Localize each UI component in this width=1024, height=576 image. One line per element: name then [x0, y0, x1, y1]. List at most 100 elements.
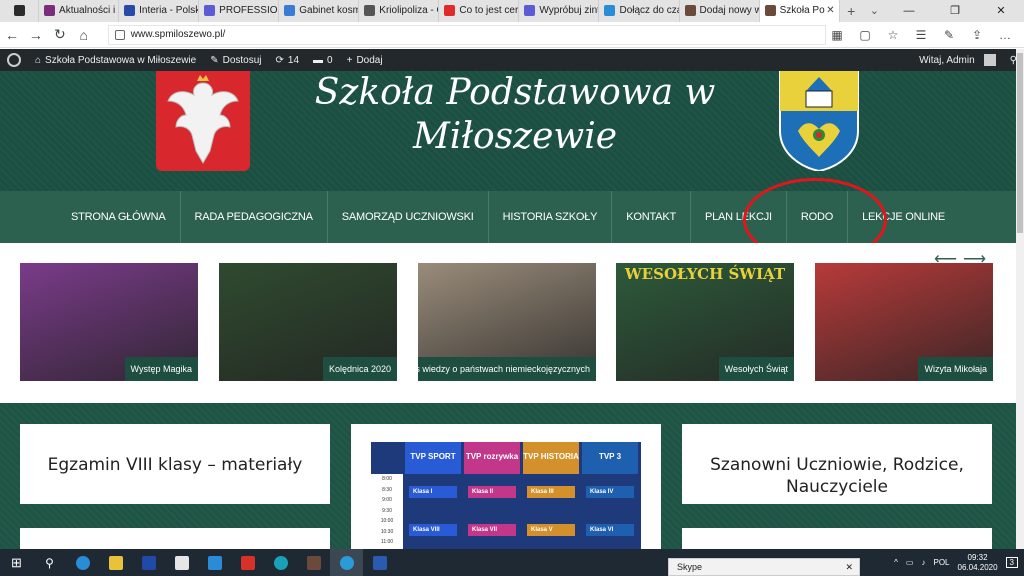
card-tv-schedule[interactable]: 8:008:309:009:3010:0010:3011:0011:30TVP …	[351, 424, 661, 560]
slide[interactable]: Konkurs wiedzy o państwach niemieckojęzy…	[418, 263, 596, 381]
skype-icon[interactable]	[330, 549, 363, 576]
browser-tab[interactable]: Wypróbuj zint	[519, 0, 600, 22]
wp-account-link[interactable]: Witaj, Admin	[912, 49, 1003, 71]
tv-class-label: Klasa IV	[586, 486, 634, 498]
browser-tab[interactable]: PROFESSIONA	[199, 0, 280, 22]
nav-item[interactable]: KONTAKT	[612, 191, 691, 243]
wp-add-link[interactable]: + Dodaj	[340, 49, 390, 71]
nav-item[interactable]: HISTORIA SZKOŁY	[489, 191, 613, 243]
slide-caption[interactable]: Wizyta Mikołaja	[918, 357, 993, 381]
card-announcement-title[interactable]: Szanowni Uczniowie, Rodzice, Nauczyciele	[682, 424, 992, 498]
slide-caption[interactable]: Występ Magika	[124, 357, 198, 381]
close-icon[interactable]: ✕	[845, 559, 853, 575]
notes-icon[interactable]: ✎	[938, 28, 960, 42]
windows-start-icon[interactable]: ⊞	[0, 549, 33, 576]
wp-customize-link[interactable]: ✎ Dostosuj	[203, 49, 268, 71]
tv-class-label: Klasa VII	[468, 524, 516, 536]
tv-channel-head: TVP SPORT	[405, 442, 461, 474]
network-icon[interactable]: ▭	[906, 558, 914, 567]
browser-tab[interactable]: Aktualności i I	[39, 0, 120, 22]
tv-time-label: 8:30	[382, 486, 392, 493]
tab-label: Co to jest cert	[459, 5, 520, 16]
store-icon[interactable]	[165, 549, 198, 576]
card-exam[interactable]: Egzamin VIII klasy – materiały	[20, 424, 330, 504]
skype-preview[interactable]: Skype ✕	[668, 558, 860, 576]
site-header: Szkoła Podstawowa w Miłoszewie	[0, 70, 1016, 191]
nav-item[interactable]: STRONA GŁÓWNA	[57, 191, 181, 243]
minimize-icon[interactable]: —	[886, 0, 932, 22]
skype-label: Skype	[677, 562, 703, 572]
browser-tab[interactable]: Co to jest cert	[439, 0, 520, 22]
tray-chevron-icon[interactable]: ^	[894, 558, 898, 567]
slide[interactable]: Występ Magika	[20, 263, 198, 381]
slide[interactable]: Wizyta Mikołaja	[815, 263, 993, 381]
media-icon[interactable]	[297, 549, 330, 576]
edge-icon[interactable]	[66, 549, 99, 576]
file-explorer-icon[interactable]	[99, 549, 132, 576]
new-tab-icon[interactable]: +	[840, 0, 863, 22]
polish-eagle-emblem	[156, 71, 250, 171]
card-exam-title[interactable]: Egzamin VIII klasy – materiały	[20, 424, 330, 476]
slide[interactable]: WESOŁYCH ŚWIĄT Wesołych Świąt	[616, 263, 794, 381]
slide-caption[interactable]: Kolędnica 2020	[322, 357, 397, 381]
app-e-icon[interactable]	[264, 549, 297, 576]
wp-greeting: Witaj, Admin	[919, 54, 975, 66]
site-title[interactable]: Szkoła Podstawowa w Miłoszewie	[255, 71, 775, 159]
url-field[interactable]: www.spmiloszewo.pl/	[107, 24, 826, 45]
notifications-icon[interactable]: 3	[1005, 557, 1018, 568]
volume-icon[interactable]: ♪	[921, 558, 925, 567]
forward-icon[interactable]: →	[24, 27, 48, 43]
home-icon[interactable]: ⌂	[72, 27, 96, 43]
extension-icon[interactable]: ▦	[826, 28, 848, 42]
acrobat-icon[interactable]	[231, 549, 264, 576]
address-bar-row: ← → ↻ ⌂ www.spmiloszewo.pl/ ▦ ▢ ☆ ☰ ✎ ⇪ …	[0, 22, 1024, 48]
app-blue-icon[interactable]	[198, 549, 231, 576]
card-announcement[interactable]: Szanowni Uczniowie, Rodzice, Nauczyciele	[682, 424, 992, 504]
tab-favicon-icon	[764, 5, 776, 16]
browser-tab[interactable]: Kriolipoliza - C	[359, 0, 440, 22]
close-window-icon[interactable]: ✕	[978, 0, 1024, 22]
nav-item[interactable]: RADA PEDAGOGICZNA	[181, 191, 328, 243]
browser-tab[interactable]: Gabinet kosm	[279, 0, 360, 22]
reading-view-icon[interactable]: ▢	[854, 28, 876, 42]
page-scrollbar[interactable]	[1016, 49, 1024, 549]
language-indicator[interactable]: POL	[933, 558, 949, 567]
share-icon[interactable]: ⇪	[966, 28, 988, 42]
browser-tab[interactable]: Dołącz do cza	[599, 0, 680, 22]
slide-caption[interactable]: Wesołych Świąt	[718, 357, 794, 381]
favorite-star-icon[interactable]: ☆	[882, 28, 904, 42]
browser-tab[interactable]: Szkoła Po ✕	[759, 0, 840, 22]
slide[interactable]: Kolędnica 2020	[219, 263, 397, 381]
wp-comments-count: 0	[327, 54, 333, 66]
wp-site-link[interactable]: ⌂ Szkoła Podstawowa w Miłoszewie	[28, 49, 203, 71]
brush-icon: ✎	[210, 54, 219, 66]
scrollbar-thumb[interactable]	[1017, 53, 1023, 233]
browser-tab[interactable]: Dodaj nowy w	[680, 0, 760, 22]
more-icon[interactable]: …	[994, 28, 1016, 42]
slide-caption[interactable]: Konkurs wiedzy o państwach niemieckojęzy…	[418, 357, 596, 381]
tab-favicon-icon	[14, 5, 25, 16]
search-icon[interactable]: ⚲	[33, 549, 66, 576]
wp-updates-link[interactable]: ⟳ 14	[269, 49, 307, 71]
wp-logo-button[interactable]	[0, 49, 28, 71]
browser-tab[interactable]	[0, 0, 40, 22]
chevron-down-icon[interactable]: ⌄	[863, 0, 886, 22]
tv-time-label: 11:00	[380, 539, 394, 545]
nav-item[interactable]: SAMORZĄD UCZNIOWSKI	[328, 191, 489, 243]
back-icon[interactable]: ←	[0, 27, 24, 43]
favorites-icon[interactable]: ☰	[910, 28, 932, 42]
browser-tab[interactable]: Interia - Polsk	[119, 0, 200, 22]
refresh-icon[interactable]: ↻	[48, 26, 72, 43]
wp-comments-link[interactable]: ▬ 0	[306, 49, 340, 71]
maximize-icon[interactable]: ❐	[932, 0, 978, 22]
close-tab-icon[interactable]: ✕	[826, 0, 834, 22]
page-info-icon[interactable]	[114, 29, 125, 40]
tab-favicon-icon	[444, 5, 456, 16]
avatar	[983, 54, 996, 66]
clock[interactable]: 09:32 06.04.2020	[958, 553, 998, 573]
word-icon[interactable]	[363, 549, 396, 576]
comment-icon: ▬	[313, 54, 324, 66]
app-b-icon[interactable]	[132, 549, 165, 576]
clock-date: 06.04.2020	[957, 562, 998, 572]
tv-schedule-grid: 8:008:309:009:3010:0010:3011:0011:30TVP …	[371, 442, 641, 560]
